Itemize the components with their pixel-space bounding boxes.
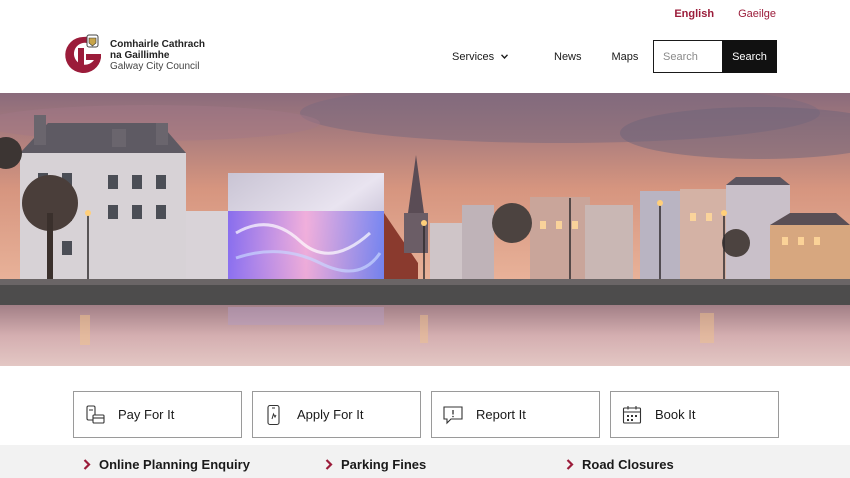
nav-services-label: Services bbox=[452, 50, 495, 63]
site-logo[interactable]: Comhairle Cathrach na Gaillimhe Galway C… bbox=[62, 34, 205, 76]
language-switcher: English Gaeilge bbox=[674, 8, 776, 20]
phone-apply-icon bbox=[267, 404, 280, 425]
nav-news-label: News bbox=[554, 50, 582, 63]
search-button[interactable]: Search bbox=[722, 40, 777, 73]
nav-maps[interactable]: Maps bbox=[612, 51, 639, 63]
link-road-closures-label: Road Closures bbox=[582, 457, 674, 472]
nav-news[interactable]: News bbox=[554, 51, 582, 63]
language-irish-link[interactable]: Gaeilge bbox=[738, 8, 776, 20]
search-form: Search bbox=[653, 40, 777, 73]
report-message-icon bbox=[443, 405, 463, 424]
chevron-right-icon bbox=[325, 459, 333, 470]
logo-line-1: Comhairle Cathrach bbox=[110, 38, 206, 50]
link-parking-fines-label: Parking Fines bbox=[341, 457, 427, 472]
calendar-icon bbox=[622, 405, 642, 424]
quick-link-apply-label: Apply For It bbox=[297, 407, 364, 422]
council-logo-icon bbox=[65, 34, 101, 73]
quick-links: Pay For It Apply For It Report It Book I… bbox=[73, 391, 779, 438]
link-road-closures[interactable]: Road Closures bbox=[566, 457, 674, 472]
main-nav: Services News Maps bbox=[452, 40, 638, 73]
quick-link-pay-label: Pay For It bbox=[118, 407, 175, 422]
chevron-down-icon bbox=[501, 54, 509, 59]
hero-image bbox=[0, 93, 850, 366]
link-online-planning-enquiry[interactable]: Online Planning Enquiry bbox=[83, 457, 250, 472]
quick-link-report-label: Report It bbox=[476, 407, 526, 422]
nav-services[interactable]: Services bbox=[452, 51, 512, 63]
quick-link-pay[interactable]: Pay For It bbox=[73, 391, 242, 438]
quick-link-report[interactable]: Report It bbox=[431, 391, 600, 438]
chevron-right-icon bbox=[566, 459, 574, 470]
quick-link-book[interactable]: Book It bbox=[610, 391, 779, 438]
popular-links-bar: Online Planning Enquiry Parking Fines Ro… bbox=[0, 445, 850, 478]
site-header: English Gaeilge Comhairle Cathrach na Ga… bbox=[0, 0, 850, 93]
logo-line-3: Galway City Council bbox=[110, 60, 200, 72]
galway-waterfront-photo bbox=[0, 93, 850, 366]
search-input[interactable] bbox=[653, 40, 722, 73]
link-parking-fines[interactable]: Parking Fines bbox=[325, 457, 426, 472]
language-english-link[interactable]: English bbox=[674, 8, 714, 20]
logo-text: Comhairle Cathrach na Gaillimhe Galway C… bbox=[110, 39, 205, 72]
nav-maps-label: Maps bbox=[611, 50, 639, 63]
payment-icon bbox=[86, 404, 105, 424]
link-online-planning-enquiry-label: Online Planning Enquiry bbox=[99, 457, 250, 472]
quick-link-apply[interactable]: Apply For It bbox=[252, 391, 421, 438]
logo-line-2: na Gaillimhe bbox=[110, 49, 170, 61]
quick-link-book-label: Book It bbox=[655, 407, 696, 422]
chevron-right-icon bbox=[83, 459, 91, 470]
